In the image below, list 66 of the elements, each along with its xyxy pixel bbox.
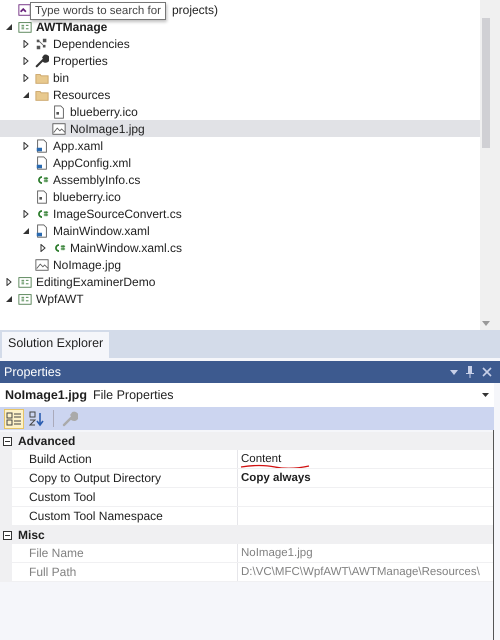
categorized-icon[interactable]	[4, 408, 24, 428]
collapsed-arrow-icon[interactable]	[22, 142, 30, 150]
dependencies-icon	[35, 36, 49, 50]
image-icon	[35, 258, 49, 272]
panel-title: Properties	[4, 365, 61, 379]
property-name: Build Action	[0, 450, 238, 468]
file-icon	[35, 190, 49, 204]
collapse-icon[interactable]	[3, 530, 12, 540]
caret-icon	[482, 393, 489, 397]
tree-item[interactable]: WpfAWT	[36, 292, 84, 306]
file-icon	[35, 138, 49, 152]
expanded-arrow-icon[interactable]	[22, 226, 30, 234]
collapsed-arrow-icon[interactable]	[22, 40, 30, 48]
file-icon	[52, 104, 66, 118]
category-label: Advanced	[18, 434, 76, 448]
tree-item[interactable]: AssemblyInfo.cs	[53, 172, 140, 186]
expanded-arrow-icon[interactable]	[5, 22, 13, 30]
property-value[interactable]: NoImage1.jpg	[238, 544, 493, 562]
tree-item[interactable]: Properties	[53, 54, 108, 68]
tree-item[interactable]: EditingExaminerDemo	[36, 274, 156, 288]
dropdown-icon[interactable]	[450, 370, 458, 374]
tab[interactable]: Solution Explorer	[2, 332, 110, 358]
close-icon[interactable]	[482, 367, 492, 377]
property-value[interactable]: Copy always	[238, 469, 493, 487]
tooltip: Type words to search for	[30, 2, 166, 20]
expanded-arrow-icon[interactable]	[22, 90, 30, 98]
tree-item[interactable]: MainWindow.xaml	[53, 224, 150, 238]
collapsed-arrow-icon[interactable]	[5, 278, 13, 286]
property-name: Custom Tool	[0, 488, 238, 506]
tree-item[interactable]: NoImage1.jpg	[0, 120, 480, 137]
pin-icon[interactable]	[466, 366, 474, 378]
wrench-icon	[35, 54, 49, 68]
tree-item[interactable]: blueberry.ico	[70, 104, 138, 118]
project-icon	[18, 292, 32, 306]
property-value[interactable]: Content	[238, 450, 493, 468]
tree-item[interactable]: App.xaml	[53, 138, 104, 152]
solution-icon	[18, 2, 32, 16]
tree-item[interactable]: ImageSourceConvert.cs	[53, 206, 182, 220]
tree-item[interactable]: projects)	[172, 2, 218, 16]
property-value[interactable]: D:\VC\MFC\WpfAWT\AWTManage\Resources\	[238, 563, 493, 581]
collapsed-arrow-icon[interactable]	[22, 56, 30, 64]
tree-item[interactable]: AppConfig.xml	[53, 156, 132, 170]
collapsed-arrow-icon[interactable]	[22, 210, 30, 218]
property-name: Full Path	[0, 563, 238, 581]
project-icon	[18, 20, 32, 34]
tree-item[interactable]: MainWindow.xaml.cs	[70, 240, 182, 254]
collapsed-arrow-icon[interactable]	[39, 244, 47, 252]
project-icon	[18, 274, 32, 288]
tree-item[interactable]: NoImage.jpg	[53, 258, 122, 272]
scrollbar[interactable]	[480, 0, 492, 330]
expanded-arrow-icon[interactable]	[5, 294, 13, 302]
tree-item[interactable]: AWTManage	[36, 20, 108, 34]
file-icon	[35, 156, 49, 170]
collapsed-arrow-icon[interactable]	[22, 74, 30, 82]
category-label: Misc	[18, 528, 45, 542]
collapse-icon[interactable]	[3, 436, 12, 446]
object-selector[interactable]: NoImage1.jpg File Properties	[0, 383, 494, 407]
tree-item[interactable]: blueberry.ico	[53, 190, 121, 204]
property-name: Custom Tool Namespace	[0, 507, 238, 525]
tree-item[interactable]: Dependencies	[53, 36, 130, 50]
property-name: Copy to Output Directory	[0, 469, 238, 487]
file-icon	[35, 224, 49, 238]
property-name: File Name	[0, 544, 238, 562]
image-icon	[52, 122, 66, 136]
tree-item[interactable]: bin	[53, 70, 70, 84]
tree-item[interactable]: Resources	[53, 88, 110, 102]
